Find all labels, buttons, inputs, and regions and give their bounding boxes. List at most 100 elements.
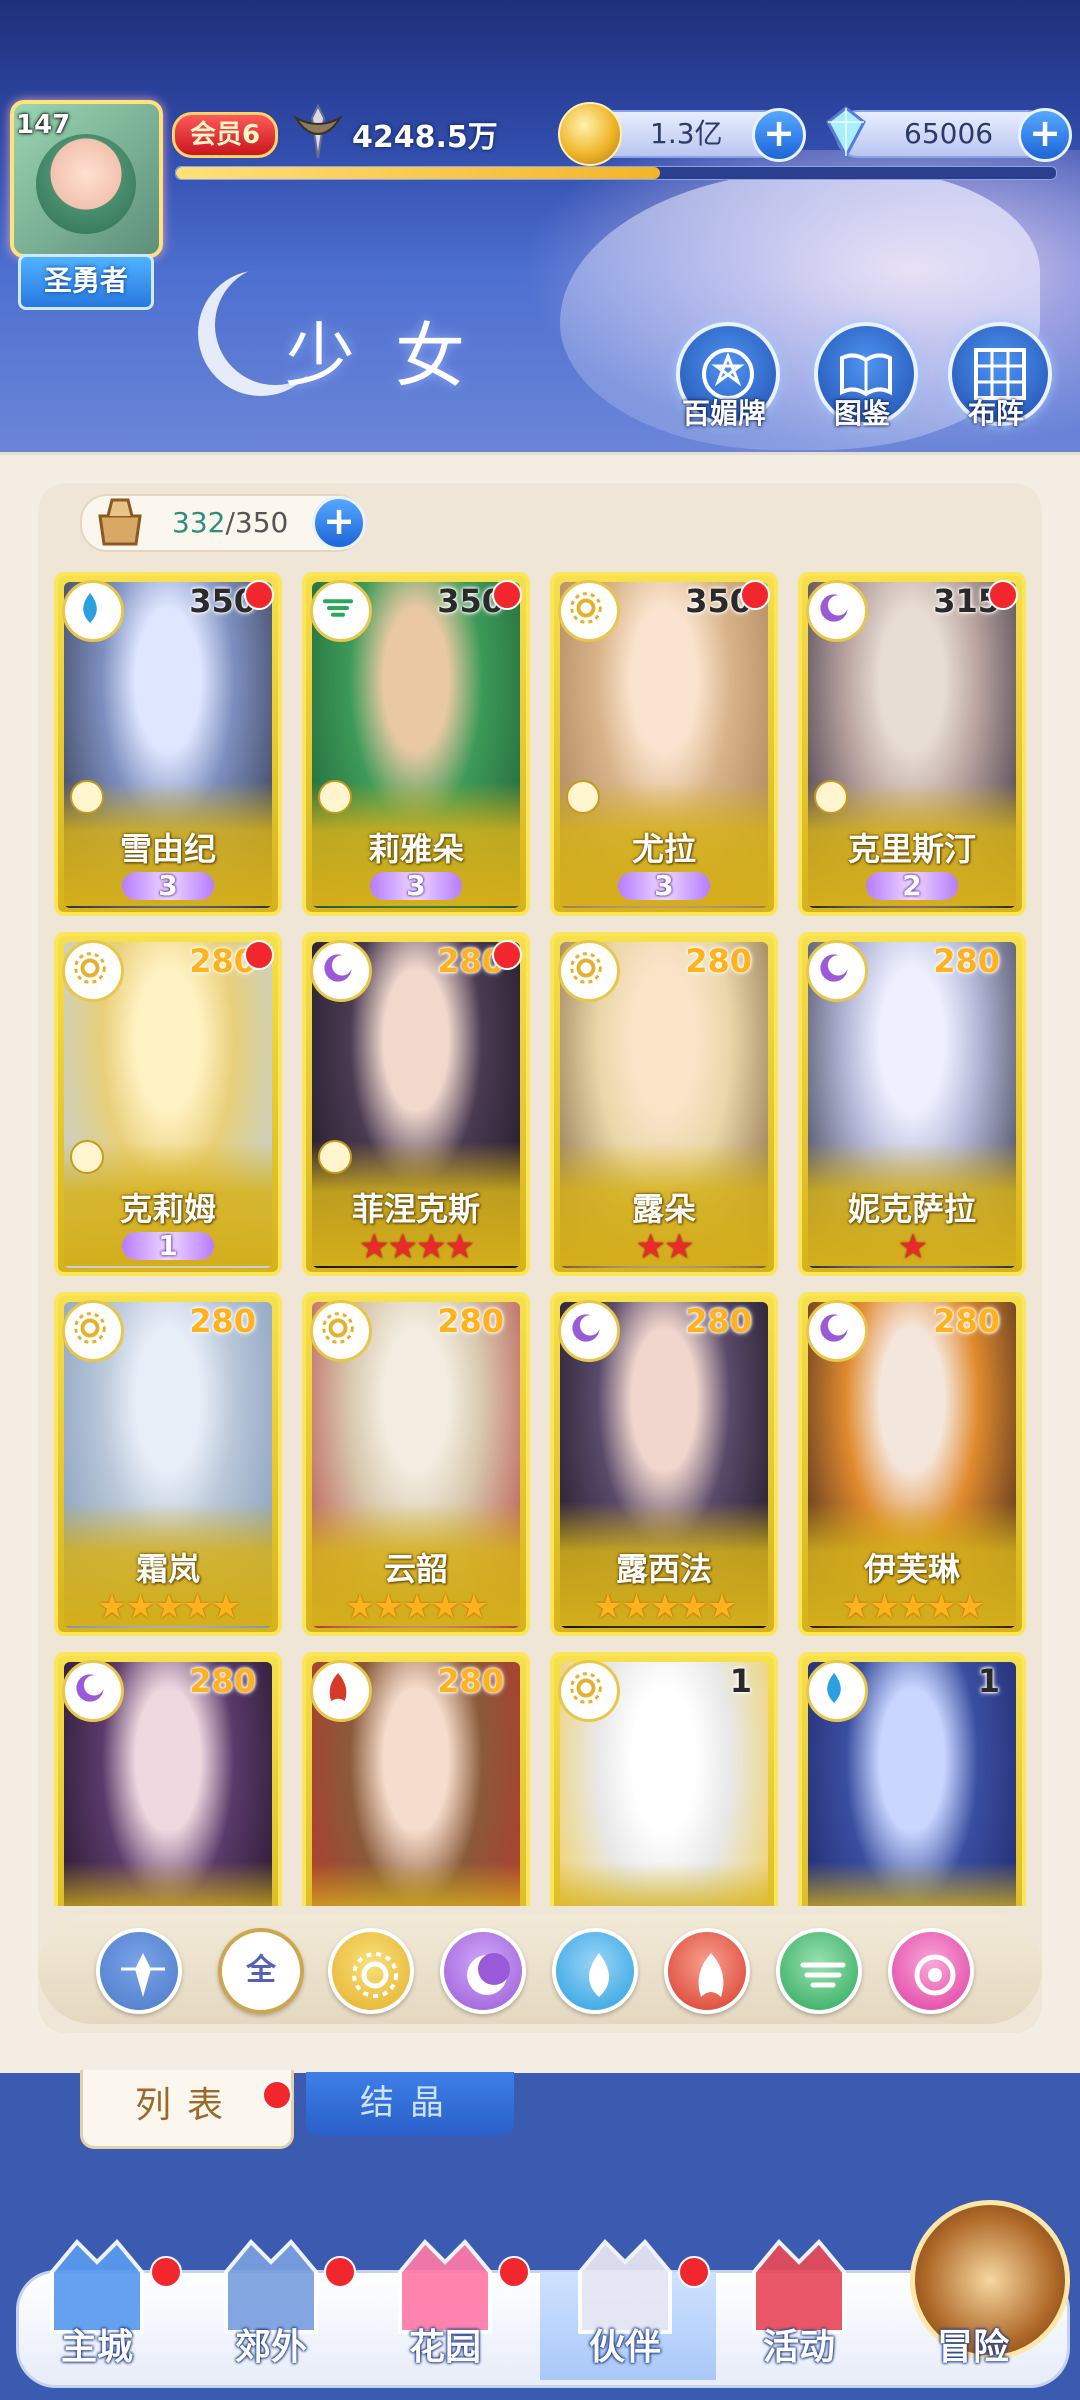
partner-card[interactable]: 1: [550, 1652, 778, 1906]
partner-name: 伊芙琳: [863, 1550, 960, 1588]
star-icon: ★: [153, 1587, 185, 1627]
card-notification-dot: [492, 940, 522, 970]
element-badge: [558, 940, 620, 1002]
star-rating: ★★: [554, 1230, 774, 1264]
partner-card[interactable]: 280 云韶 ★★★★★: [302, 1292, 530, 1636]
partner-card[interactable]: 280 菲涅克斯 ★★★★: [302, 932, 530, 1276]
partner-bag-icon: [98, 498, 142, 546]
partner-card[interactable]: 280 霜岚 ★★★★★: [54, 1292, 282, 1636]
card-notification-dot: [740, 580, 770, 610]
avatar-portrait: [36, 134, 136, 234]
star-icon: ★: [373, 1587, 404, 1627]
card-notification-dot: [988, 580, 1018, 610]
awaken-level: 3: [406, 869, 426, 902]
partner-card[interactable]: 350 尤拉 3: [550, 572, 778, 916]
add-gem-button[interactable]: +: [1018, 108, 1072, 162]
nav-label[interactable]: 郊外: [196, 2318, 346, 2370]
light-element-icon: [322, 1312, 354, 1344]
dark-element-icon: [820, 954, 849, 982]
partner-name: 尤拉: [631, 830, 696, 868]
partner-card[interactable]: 315 克里斯汀 2: [798, 572, 1026, 916]
page-title: 少女: [285, 315, 505, 397]
player-level: 147: [16, 110, 71, 140]
star-icon: ★: [635, 1227, 667, 1267]
tab-list[interactable]: 列表: [80, 2070, 294, 2149]
partner-level: 280: [685, 1302, 752, 1340]
filter-fire[interactable]: [664, 1928, 750, 2014]
nav-label[interactable]: 主城: [22, 2318, 172, 2370]
element-badge: [806, 1660, 868, 1722]
partner-name: 妮克萨拉: [847, 1190, 976, 1228]
collection-max: 350: [234, 506, 289, 539]
triple-star-icon: [121, 1953, 165, 1997]
star-icon: ★: [706, 1587, 738, 1627]
orb-icon: [914, 1954, 956, 1996]
dark-element-icon: [572, 1314, 601, 1342]
partner-name: 霜岚: [135, 1550, 200, 1588]
partner-name: 莉雅朵: [367, 830, 464, 868]
dark-element-icon: [324, 954, 353, 982]
star-icon: ★: [869, 1587, 900, 1627]
partner-card[interactable]: 350 雪由纪 3: [54, 572, 282, 916]
filter-special[interactable]: [888, 1928, 974, 2014]
element-badge: [806, 1300, 868, 1362]
chess-piece-icon: [814, 780, 848, 814]
star-icon: ★: [592, 1587, 624, 1627]
formation-label: 布阵: [967, 397, 1024, 430]
chess-piece-icon: [566, 780, 600, 814]
moon-icon: [467, 1953, 510, 1995]
partner-card[interactable]: 280 露朵 ★★: [550, 932, 778, 1276]
water-element-icon: [827, 1673, 841, 1703]
partner-level: 280: [437, 1662, 504, 1700]
card-notification-dot: [244, 940, 274, 970]
filter-water[interactable]: [552, 1928, 638, 2014]
light-element-icon: [74, 1312, 106, 1344]
partner-card[interactable]: 1: [798, 1652, 1026, 1906]
filter-dark[interactable]: [440, 1928, 526, 2014]
element-badge: [310, 1660, 372, 1722]
nav-label[interactable]: 花园: [370, 2318, 520, 2370]
filter-all-types[interactable]: [96, 1928, 182, 2014]
filter-wind[interactable]: [776, 1928, 862, 2014]
star-icon: ★: [416, 1227, 447, 1267]
partner-level: 280: [933, 1302, 1000, 1340]
whirlwind-icon: [800, 1962, 846, 1988]
star-icon: ★: [430, 1587, 461, 1627]
partner-card[interactable]: 280: [54, 1652, 282, 1906]
partner-card[interactable]: 350 莉雅朵 3: [302, 572, 530, 916]
partner-card[interactable]: 280: [302, 1652, 530, 1906]
dark-element-icon: [820, 1314, 849, 1342]
expand-capacity-button[interactable]: +: [312, 496, 366, 550]
nav-notification-dot: [324, 2256, 356, 2288]
star-icon: ★: [458, 1587, 490, 1627]
nav-label[interactable]: 伙伴: [550, 2318, 700, 2370]
filter-light[interactable]: [328, 1928, 414, 2014]
star-icon: ★: [444, 1227, 475, 1267]
collection-current: 332: [172, 506, 226, 539]
filter-all[interactable]: 全: [218, 1928, 304, 2014]
nav-label[interactable]: 活动: [724, 2318, 874, 2370]
collection-separator: /: [225, 506, 235, 539]
partner-grid[interactable]: 350 雪由纪 3 350 莉雅朵 3 350 尤拉 3 315 克里斯汀 2 280 克莉姆 1 280 菲涅…: [50, 572, 1030, 1906]
collection-count: 332/350: [172, 496, 288, 550]
player-title-badge[interactable]: 圣勇者: [18, 254, 154, 310]
star-icon: ★: [210, 1587, 242, 1627]
nav-label-adventure[interactable]: 冒险: [898, 2318, 1048, 2370]
card-notification-dot: [492, 580, 522, 610]
chess-piece-icon: [318, 780, 352, 814]
tab-crystal[interactable]: 结晶: [306, 2072, 514, 2136]
partner-card[interactable]: 280 妮克萨拉 ★: [798, 932, 1026, 1276]
add-gold-button[interactable]: +: [752, 108, 806, 162]
card-label-shade: [560, 1862, 768, 1906]
awaken-level: 2: [902, 869, 922, 902]
star-icon: ★: [897, 1587, 929, 1627]
star-icon: ★: [897, 1227, 929, 1267]
partner-card[interactable]: 280 克莉姆 1: [54, 932, 282, 1276]
card-label-shade: [312, 1862, 520, 1906]
partner-card[interactable]: 280 伊芙琳 ★★★★★: [798, 1292, 1026, 1636]
partner-card[interactable]: 280 露西法 ★★★★★: [550, 1292, 778, 1636]
nav-notification-dot: [498, 2256, 530, 2288]
vip-badge[interactable]: 会员6: [172, 112, 278, 158]
star-icon: ★: [621, 1587, 652, 1627]
partner-level: 280: [933, 942, 1000, 980]
